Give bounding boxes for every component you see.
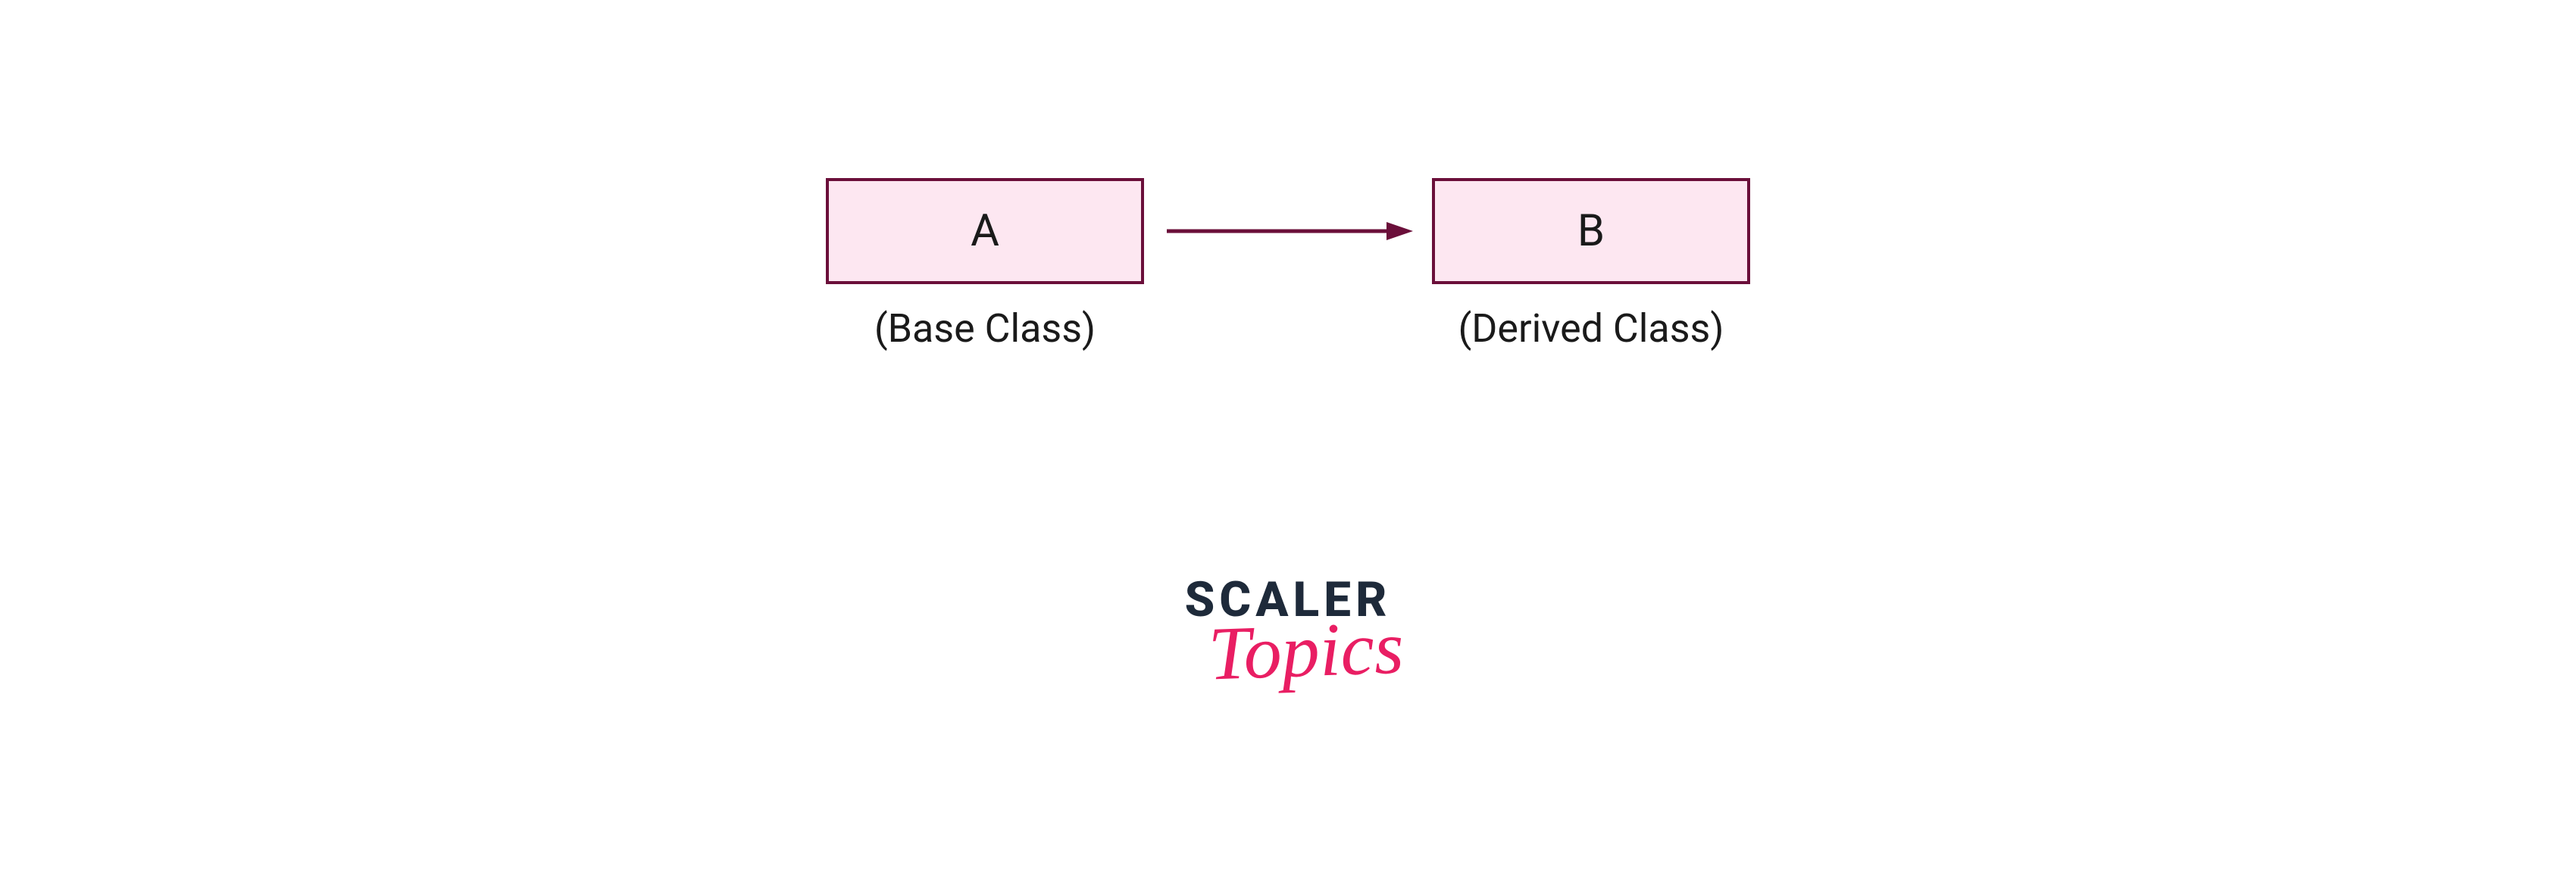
logo-line2: Topics [1208, 615, 1405, 686]
derived-class-letter: B [1577, 205, 1605, 257]
scaler-topics-logo: SCALER Topics [1061, 576, 1515, 683]
base-class-caption: (Base Class) [826, 305, 1144, 352]
base-class-box: A [826, 178, 1144, 284]
arrow-container [1144, 216, 1432, 246]
boxes-row: A B [826, 178, 1750, 284]
derived-class-box: B [1432, 178, 1750, 284]
captions-row: (Base Class) (Derived Class) [826, 305, 1750, 352]
derived-class-caption: (Derived Class) [1432, 305, 1750, 352]
inheritance-diagram: A B (Base Class) (Derived Class) [826, 178, 1750, 352]
base-class-letter: A [971, 205, 999, 257]
arrow-right-icon [1159, 216, 1417, 246]
